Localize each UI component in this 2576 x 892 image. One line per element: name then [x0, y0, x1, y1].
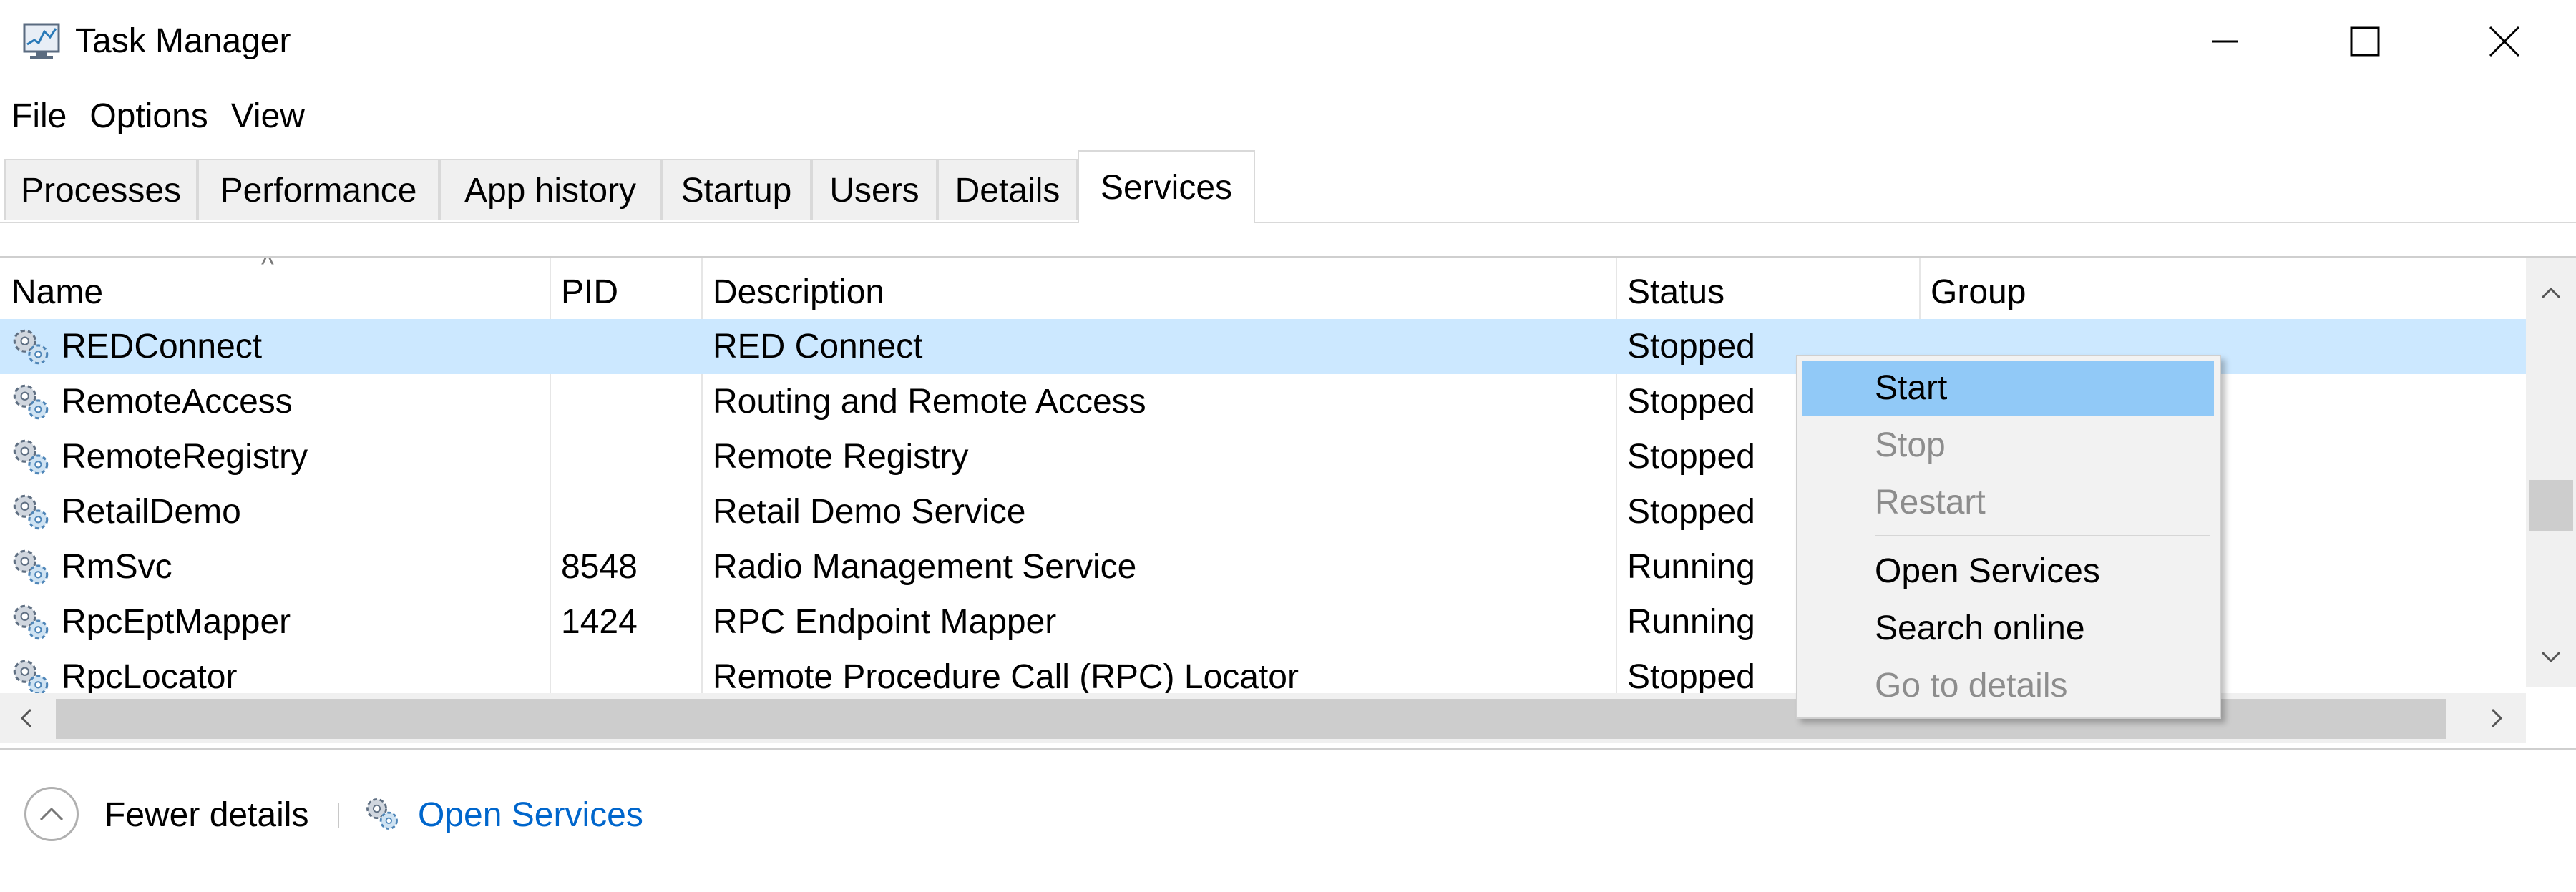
service-name: RemoteAccess [62, 383, 293, 421]
service-gear-icon [13, 604, 49, 640]
fewer-details-label[interactable]: Fewer details [104, 793, 308, 838]
column-header-pid[interactable]: PID [550, 265, 701, 319]
column-header-status[interactable]: Status [1616, 265, 1919, 319]
scroll-right-button[interactable] [2476, 693, 2519, 743]
maximize-icon [2350, 26, 2379, 56]
menu-separator [1875, 535, 2210, 536]
service-gear-icon [13, 549, 49, 585]
service-pid: 8548 [561, 548, 638, 586]
service-description: Remote Registry [713, 438, 969, 476]
column-header-group[interactable]: Group [1919, 265, 2526, 319]
scroll-down-button[interactable] [2526, 637, 2576, 677]
chevron-right-icon [2491, 708, 2503, 728]
close-button[interactable] [2434, 0, 2574, 82]
menu-item-start[interactable]: Start [1802, 361, 2214, 416]
service-status: Stopped [1627, 383, 1755, 421]
tab-processes[interactable]: Processes [4, 159, 197, 220]
title-bar[interactable]: Task Manager [0, 0, 2576, 82]
close-icon [2489, 26, 2519, 57]
service-gear-icon [13, 329, 49, 365]
menu-view[interactable]: View [220, 92, 316, 142]
minimize-button[interactable] [2155, 0, 2295, 82]
minimize-icon [2212, 40, 2238, 42]
tab-services[interactable]: Services [1078, 150, 1255, 223]
service-name: RpcEptMapper [62, 603, 291, 641]
chevron-left-icon [20, 708, 32, 728]
service-gear-icon [13, 439, 49, 475]
column-header-name[interactable]: Name [0, 265, 550, 319]
service-status: Running [1627, 603, 1755, 641]
fewer-details-button[interactable] [24, 787, 79, 841]
service-pid: 1424 [561, 603, 638, 641]
service-name: RetailDemo [62, 493, 241, 531]
footer-divider [338, 803, 339, 828]
service-status: Stopped [1627, 328, 1755, 366]
chevron-up-icon [39, 807, 64, 821]
service-name: RmSvc [62, 548, 172, 586]
tab-startup[interactable]: Startup [661, 159, 811, 220]
column-header-description[interactable]: Description [701, 265, 1616, 319]
service-name: RemoteRegistry [62, 438, 308, 476]
menu-item-open-services[interactable]: Open Services [1802, 544, 2214, 599]
menu-options[interactable]: Options [78, 92, 219, 142]
service-gear-icon [13, 384, 49, 420]
service-status: Stopped [1627, 493, 1755, 531]
chevron-up-icon [2541, 287, 2561, 298]
service-status: Stopped [1627, 438, 1755, 476]
menu-item-go-to-details[interactable]: Go to details [1802, 658, 2214, 714]
window-title: Task Manager [75, 22, 291, 60]
scroll-up-button[interactable] [2526, 273, 2576, 312]
vertical-scrollbar[interactable] [2526, 258, 2576, 687]
services-gear-icon [366, 798, 398, 830]
service-description: Retail Demo Service [713, 493, 1026, 531]
service-description: RED Connect [713, 328, 923, 366]
tab-users[interactable]: Users [811, 159, 937, 220]
open-services-link[interactable]: Open Services [418, 793, 643, 838]
tab-strip: Processes Performance App history Startu… [0, 143, 2576, 223]
tab-app-history[interactable]: App history [439, 159, 661, 220]
table-header: Name ^ PID Description Status Group [0, 258, 2526, 319]
tab-performance[interactable]: Performance [197, 159, 439, 220]
vertical-scroll-thumb[interactable] [2529, 480, 2573, 531]
service-description: Radio Management Service [713, 548, 1137, 586]
service-description: Routing and Remote Access [713, 383, 1146, 421]
sort-ascending-icon: ^ [261, 256, 274, 280]
menu-item-search-online[interactable]: Search online [1802, 601, 2214, 657]
service-status: Running [1627, 548, 1755, 586]
service-description: RPC Endpoint Mapper [713, 603, 1057, 641]
service-gear-icon [13, 494, 49, 530]
menu-item-restart[interactable]: Restart [1802, 475, 2214, 531]
tab-details[interactable]: Details [937, 159, 1078, 220]
maximize-button[interactable] [2295, 0, 2434, 82]
task-manager-icon [23, 23, 60, 59]
service-name: REDConnect [62, 328, 263, 366]
menu-item-stop[interactable]: Stop [1802, 418, 2214, 474]
menu-bar: File Options View [0, 92, 316, 142]
menu-file[interactable]: File [0, 92, 78, 142]
chevron-down-icon [2541, 651, 2561, 662]
scroll-left-button[interactable] [4, 693, 47, 743]
context-menu: Start Stop Restart Open Services Search … [1796, 355, 2221, 719]
